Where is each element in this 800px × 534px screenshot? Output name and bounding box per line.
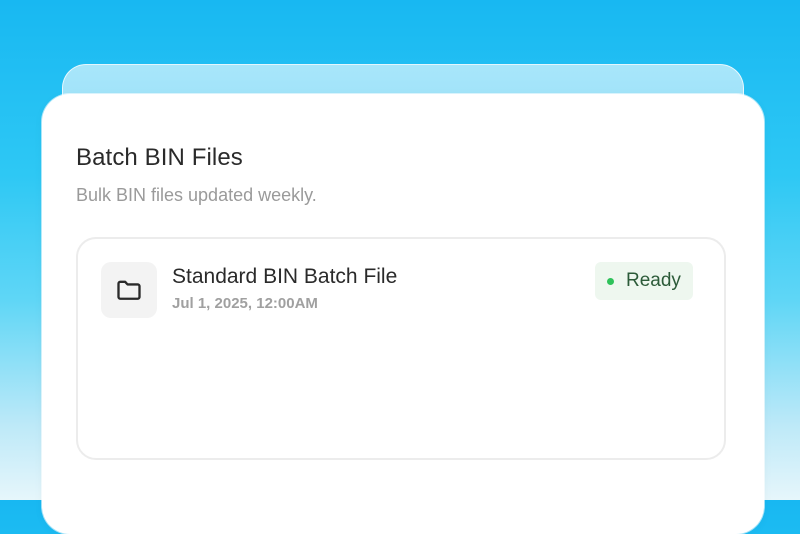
file-date: Jul 1, 2025, 12:00AM (172, 295, 318, 312)
status-dot (607, 277, 614, 285)
folder-icon-box (101, 262, 157, 318)
folder-icon (117, 280, 141, 300)
file-name: Standard BIN Batch File (172, 265, 398, 288)
status-label: Ready (626, 270, 681, 291)
card-subtitle: Bulk BIN files updated weekly. (76, 185, 317, 205)
status-badge: Ready (595, 262, 693, 300)
file-list-panel: Standard BIN Batch File Jul 1, 2025, 12:… (76, 237, 726, 460)
batch-bin-files-card: Batch BIN Files Bulk BIN files updated w… (42, 94, 764, 534)
card-title: Batch BIN Files (76, 144, 243, 171)
